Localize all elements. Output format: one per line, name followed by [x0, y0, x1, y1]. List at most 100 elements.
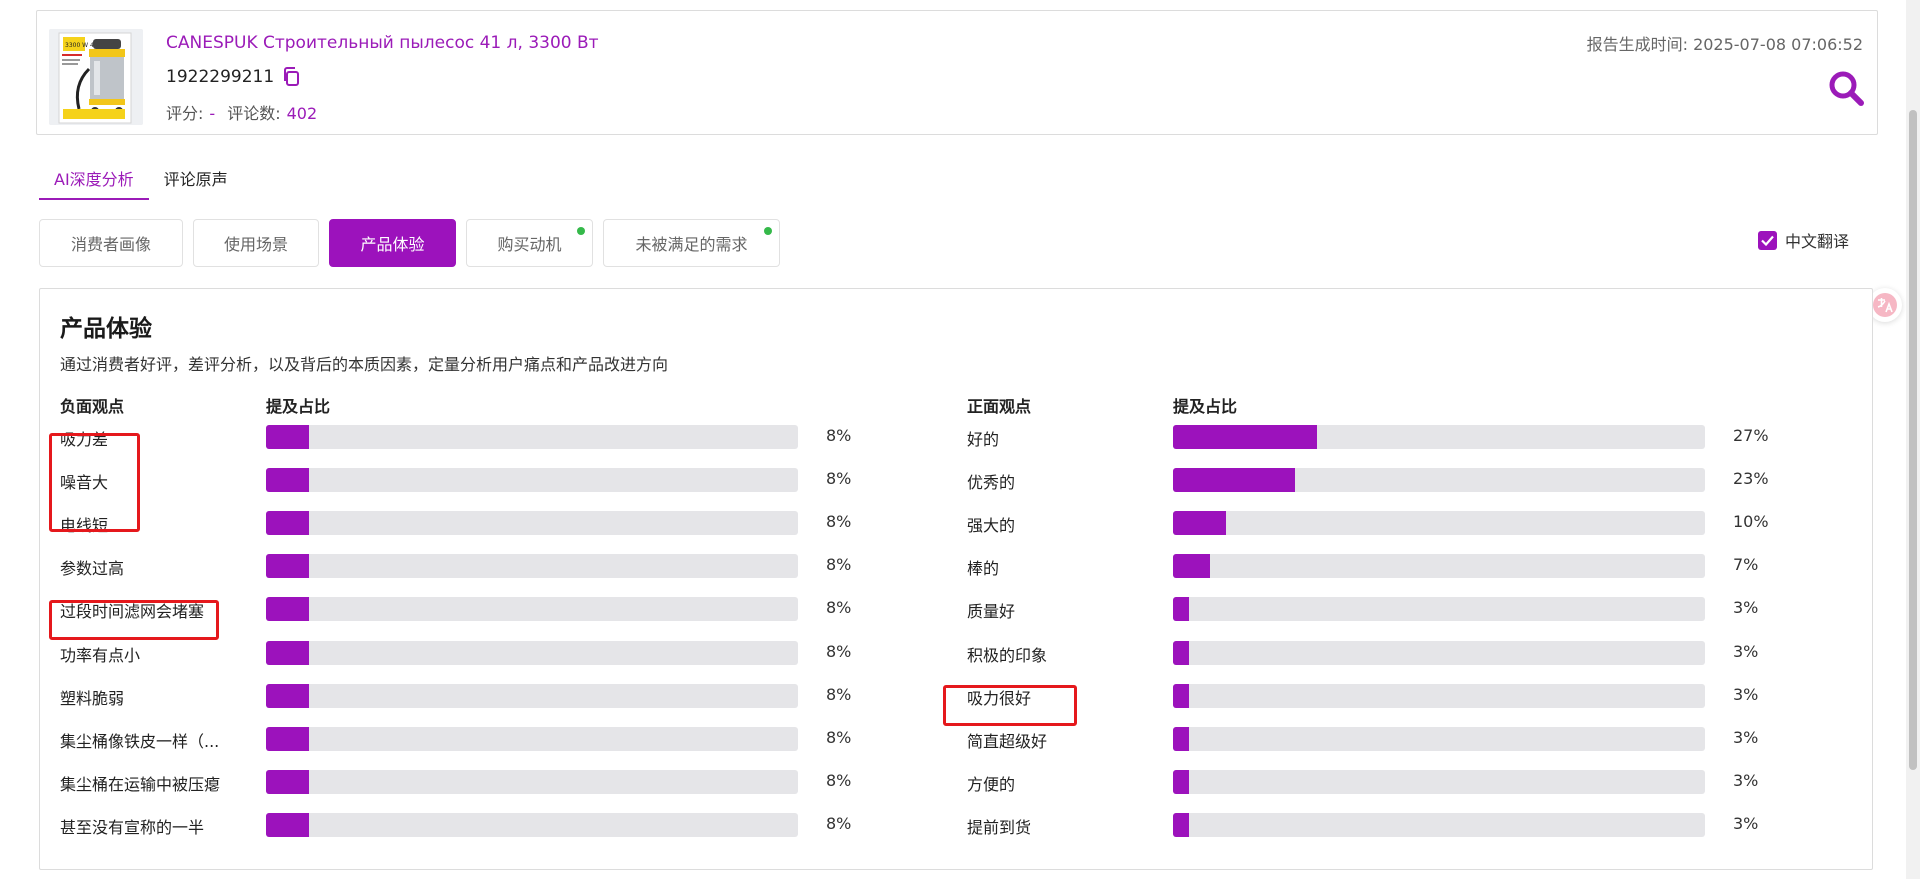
positive-progress-track — [1173, 597, 1705, 621]
translate-toggle[interactable]: 中文翻译 — [1758, 228, 1849, 252]
search-icon[interactable] — [1827, 69, 1865, 107]
rating-label: 评分: — [166, 104, 204, 123]
positive-opinion-label: 强大的 — [967, 516, 1016, 535]
negative-percent-text: 8% — [826, 728, 852, 747]
page-scrollbar[interactable] — [1906, 0, 1920, 879]
report-time: 报告生成时间: 2025-07-08 07:06:52 — [1587, 31, 1863, 55]
negative-opinion-label: 参数过高 — [60, 559, 125, 578]
tab-ai-analysis[interactable]: AI深度分析 — [39, 160, 149, 200]
subtab-label: 购买动机 — [497, 235, 562, 254]
subtab-label: 产品体验 — [360, 235, 425, 254]
positive-progress-fill — [1173, 727, 1189, 751]
positive-percent-text: 3% — [1733, 642, 1759, 661]
negative-progress-track — [266, 727, 798, 751]
negative-progress-fill — [266, 554, 309, 578]
negative-opinion-label: 甚至没有宣称的一半 — [60, 818, 205, 837]
positive-progress-track — [1173, 554, 1705, 578]
positive-percent-text: 3% — [1733, 814, 1759, 833]
sub-tabs: 消费者画像 使用场景 产品体验 购买动机 未被满足的需求 — [39, 219, 780, 267]
negative-progress-fill — [266, 511, 309, 535]
rating-line: 评分: - 评论数: 402 — [166, 100, 317, 124]
positive-opinion-label: 提前到货 — [967, 818, 1032, 837]
positive-progress-track — [1173, 813, 1705, 837]
negative-progress-track — [266, 425, 798, 449]
negative-progress-fill — [266, 425, 309, 449]
translate-float-icon[interactable] — [1868, 288, 1902, 322]
copy-icon[interactable] — [282, 67, 300, 87]
positive-opinion-label: 质量好 — [967, 602, 1016, 621]
negative-percent-text: 8% — [826, 685, 852, 704]
negative-opinion-label: 电线短 — [60, 516, 109, 535]
positive-progress-track — [1173, 425, 1705, 449]
negative-progress-track — [266, 597, 798, 621]
positive-progress-fill — [1173, 425, 1317, 449]
subtab-product-experience[interactable]: 产品体验 — [329, 219, 456, 267]
negative-progress-track — [266, 511, 798, 535]
negative-progress-track — [266, 554, 798, 578]
new-dot — [764, 227, 772, 235]
checkbox[interactable] — [1758, 230, 1777, 250]
subtab-label: 使用场景 — [223, 235, 288, 254]
positive-progress-track — [1173, 727, 1705, 751]
positive-opinion-label: 棒的 — [967, 559, 1000, 578]
positive-progress-fill — [1173, 554, 1211, 578]
positive-progress-fill — [1173, 597, 1189, 621]
positive-progress-fill — [1173, 684, 1189, 708]
positive-opinion-label: 优秀的 — [967, 473, 1016, 492]
negative-opinion-label: 塑料脆弱 — [60, 689, 125, 708]
negative-progress-track — [266, 468, 798, 492]
product-thumbnail[interactable]: 3300 W 41L — [49, 29, 143, 125]
negative-progress-fill — [266, 813, 309, 837]
positive-opinion-label: 吸力很好 — [967, 689, 1032, 708]
positive-progress-fill — [1173, 770, 1189, 794]
product-asin: 1922299211 — [166, 67, 300, 87]
negative-percent-text: 8% — [826, 598, 852, 617]
negative-progress-track — [266, 770, 798, 794]
positive-progress-track — [1173, 684, 1705, 708]
negative-header: 负面观点 — [60, 397, 125, 416]
negative-progress-track — [266, 641, 798, 665]
positive-percent-text: 3% — [1733, 771, 1759, 790]
asin-text: 1922299211 — [166, 67, 275, 87]
reviews-count: 402 — [286, 104, 318, 123]
negative-progress-track — [266, 813, 798, 837]
negative-percent-text: 8% — [826, 642, 852, 661]
report-time-value: 2025-07-08 07:06:52 — [1693, 35, 1863, 54]
positive-progress-track — [1173, 770, 1705, 794]
positive-progress-fill — [1173, 641, 1189, 665]
report-time-label: 报告生成时间: — [1586, 35, 1688, 54]
tab-review-voice[interactable]: 评论原声 — [149, 160, 243, 200]
positive-percent-text: 3% — [1733, 728, 1759, 747]
negative-progress-fill — [266, 684, 309, 708]
subtab-purchase-motive[interactable]: 购买动机 — [466, 219, 593, 267]
negative-percent-text: 8% — [826, 555, 852, 574]
scrollbar-thumb[interactable] — [1909, 110, 1917, 770]
product-card: 3300 W 41L CANESPUK Строительный пылесос… — [36, 10, 1878, 135]
panel-title: 产品体验 — [60, 316, 152, 342]
subtab-label: 未被满足的需求 — [635, 235, 748, 254]
positive-opinion-label: 简直超级好 — [967, 732, 1048, 751]
product-title[interactable]: CANESPUK Строительный пылесос 41 л, 3300… — [166, 33, 599, 53]
negative-progress-fill — [266, 641, 309, 665]
new-dot — [577, 227, 585, 235]
subtab-consumer-profile[interactable]: 消费者画像 — [39, 219, 183, 267]
reviews-label: 评论数: — [227, 104, 281, 123]
positive-opinion-label: 好的 — [967, 430, 1000, 449]
negative-progress-track — [266, 684, 798, 708]
vacuum-image: 3300 W 41L — [49, 29, 143, 125]
positive-percent-text: 7% — [1733, 555, 1759, 574]
positive-progress-fill — [1173, 813, 1189, 837]
positive-percent-text: 10% — [1733, 512, 1769, 531]
negative-percent-text: 8% — [826, 771, 852, 790]
positive-percent-text: 23% — [1733, 469, 1769, 488]
main-tabs: AI深度分析 评论原声 — [39, 160, 243, 202]
negative-ratio-header: 提及占比 — [266, 397, 331, 416]
positive-opinion-label: 方便的 — [967, 775, 1016, 794]
translate-label: 中文翻译 — [1785, 232, 1850, 251]
negative-percent-text: 8% — [826, 814, 852, 833]
subtab-usage-scenario[interactable]: 使用场景 — [193, 219, 319, 267]
subtab-unmet-needs[interactable]: 未被满足的需求 — [603, 219, 780, 267]
positive-progress-fill — [1173, 511, 1227, 535]
negative-opinion-label: 噪音大 — [60, 473, 109, 492]
rating-value: - — [209, 104, 216, 123]
